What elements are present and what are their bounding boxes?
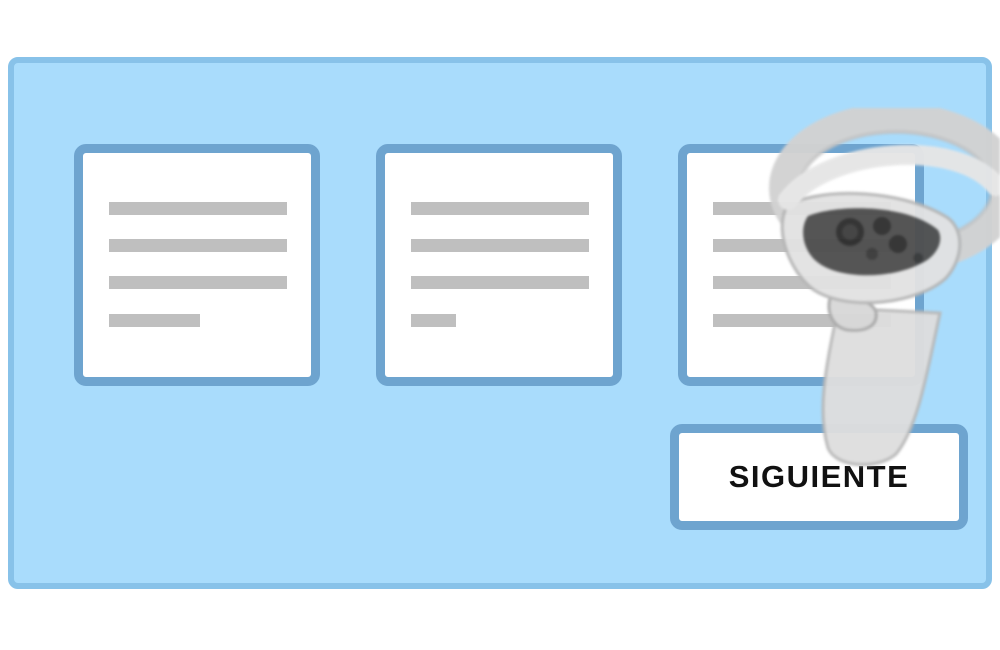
text-placeholder-line: [109, 276, 287, 289]
content-card-1[interactable]: [74, 144, 320, 386]
text-placeholder-line: [109, 239, 287, 252]
text-placeholder-line: [109, 314, 200, 327]
text-placeholder-line: [411, 314, 456, 327]
vr-controller-icon: [769, 108, 1000, 467]
text-placeholder-line: [411, 202, 589, 215]
text-placeholder-line: [411, 239, 589, 252]
text-placeholder-line: [109, 202, 287, 215]
text-placeholder-line: [411, 276, 589, 289]
content-card-2[interactable]: [376, 144, 622, 386]
